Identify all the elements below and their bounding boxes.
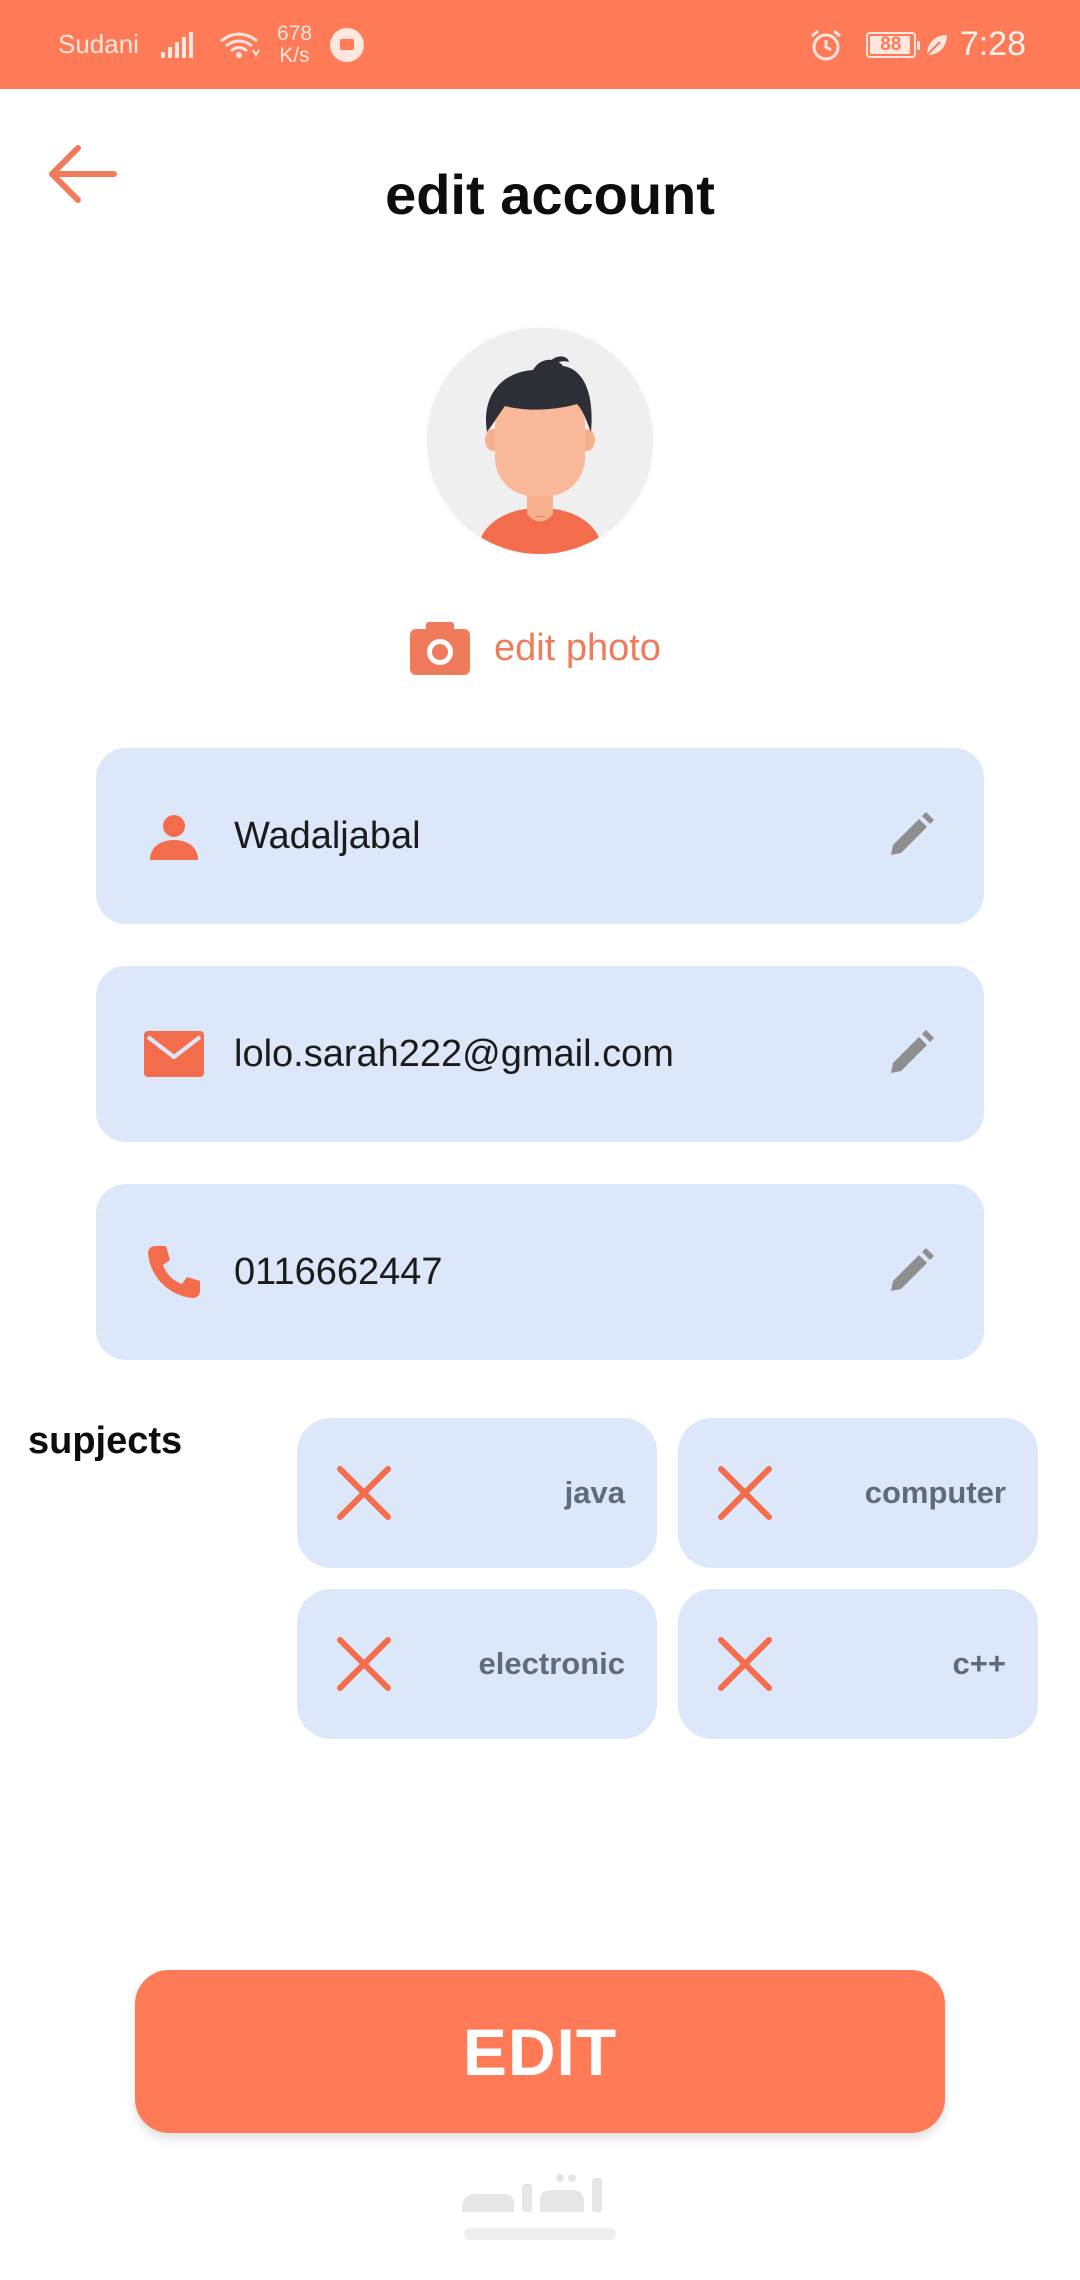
close-icon (718, 1466, 772, 1520)
remove-subject-button[interactable] (319, 1619, 409, 1709)
avatar-illustration (477, 356, 603, 554)
name-field[interactable]: Wadaljabal (96, 748, 984, 924)
page-title: edit account (385, 163, 715, 226)
close-icon (337, 1466, 391, 1520)
edit-photo-label: edit photo (494, 626, 661, 669)
signal-icon (160, 31, 193, 58)
battery-level: 88 (880, 33, 902, 55)
wifi-icon (220, 32, 260, 58)
mail-icon (142, 1022, 206, 1086)
subject-label: c++ (952, 1646, 1006, 1681)
email-field[interactable]: lolo.sarah222@gmail.com (96, 966, 984, 1142)
phone-icon (142, 1240, 206, 1304)
email-value[interactable]: lolo.sarah222@gmail.com (234, 966, 674, 1142)
name-value[interactable]: Wadaljabal (234, 748, 421, 924)
status-bar: Sudani 678 K/s 88 7:28 (0, 0, 1080, 89)
edit-phone-button[interactable] (880, 1242, 940, 1302)
clock: 7:28 (959, 25, 1026, 63)
edit-name-button[interactable] (880, 806, 940, 866)
remove-subject-button[interactable] (700, 1448, 790, 1538)
close-icon (718, 1637, 772, 1691)
mostaql-watermark-logo (462, 2174, 616, 2240)
battery-icon: 88 (865, 31, 920, 58)
subject-chip: electronic (297, 1589, 657, 1739)
speed-unit: K/s (279, 43, 310, 67)
subject-label: java (564, 1475, 625, 1510)
close-icon (337, 1637, 391, 1691)
pencil-icon (891, 1030, 934, 1073)
subject-chip: computer (678, 1418, 1038, 1568)
status-left: Sudani 678 K/s (58, 0, 365, 89)
person-icon (142, 804, 206, 868)
edit-email-button[interactable] (880, 1024, 940, 1084)
subjects-label: supjects (28, 1420, 183, 1462)
network-speed: 678 K/s (276, 21, 313, 67)
pencil-icon (891, 1248, 934, 1291)
edit-button[interactable]: EDIT (135, 1970, 945, 2133)
edit-photo-button[interactable]: edit photo (408, 612, 661, 684)
pencil-icon (891, 812, 934, 855)
phone-field[interactable]: 0116662447 (96, 1184, 984, 1360)
status-right: 88 7:28 (808, 0, 1026, 89)
phone-value[interactable]: 0116662447 (234, 1184, 443, 1360)
camera-icon (410, 622, 470, 675)
speed-value: 678 (276, 21, 313, 45)
leaf-icon (926, 34, 947, 56)
subject-chip: java (297, 1418, 657, 1568)
remove-subject-button[interactable] (700, 1619, 790, 1709)
remove-subject-button[interactable] (319, 1448, 409, 1538)
carrier-name: Sudani (58, 29, 139, 59)
subject-chip: c++ (678, 1589, 1038, 1739)
download-notification-icon (330, 27, 365, 62)
subject-label: electronic (478, 1646, 625, 1681)
avatar (427, 328, 653, 554)
alarm-icon (810, 29, 841, 60)
subject-label: computer (864, 1475, 1006, 1510)
